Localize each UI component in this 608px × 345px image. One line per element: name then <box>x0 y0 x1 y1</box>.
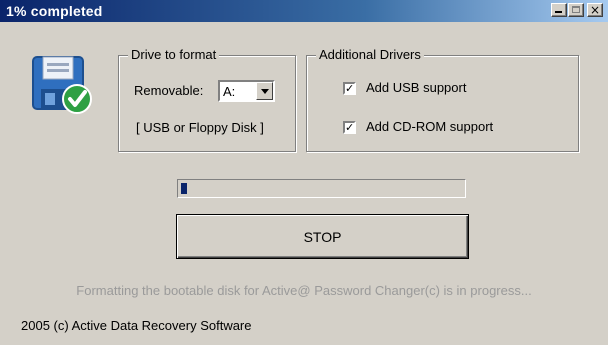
usb-support-label[interactable]: Add USB support <box>366 80 466 95</box>
drive-select[interactable]: A: <box>218 80 275 102</box>
cdrom-support-checkbox[interactable]: ✓ <box>343 121 356 134</box>
close-icon: × <box>589 3 601 17</box>
usb-support-checkbox[interactable]: ✓ <box>343 82 356 95</box>
window-title: 1% completed <box>6 3 103 19</box>
close-button[interactable]: × <box>587 3 603 17</box>
format-progress-bar <box>177 179 466 198</box>
maximize-icon <box>572 6 580 13</box>
stop-button[interactable]: STOP <box>176 214 469 259</box>
removable-label: Removable: <box>134 83 204 98</box>
title-bar[interactable]: 1% completed × <box>0 0 608 22</box>
floppy-disk-checkmark-icon <box>32 56 92 114</box>
status-message: Formatting the bootable disk for Active@… <box>76 283 532 298</box>
drive-to-format-group: Drive to format <box>118 47 296 152</box>
drive-hint: [ USB or Floppy Disk ] <box>136 120 264 135</box>
drivers-group-title: Additional Drivers <box>316 47 424 62</box>
chevron-down-icon[interactable] <box>256 82 273 100</box>
minimize-icon <box>555 11 562 13</box>
drive-select-value: A: <box>223 84 236 99</box>
additional-drivers-group: Additional Drivers <box>306 47 579 152</box>
cdrom-support-label[interactable]: Add CD-ROM support <box>366 119 493 134</box>
minimize-button[interactable] <box>551 3 567 17</box>
copyright-footer: 2005 (c) Active Data Recovery Software <box>21 318 252 333</box>
maximize-button[interactable] <box>568 3 584 17</box>
drive-group-title: Drive to format <box>128 47 220 62</box>
progress-fill <box>181 183 187 194</box>
